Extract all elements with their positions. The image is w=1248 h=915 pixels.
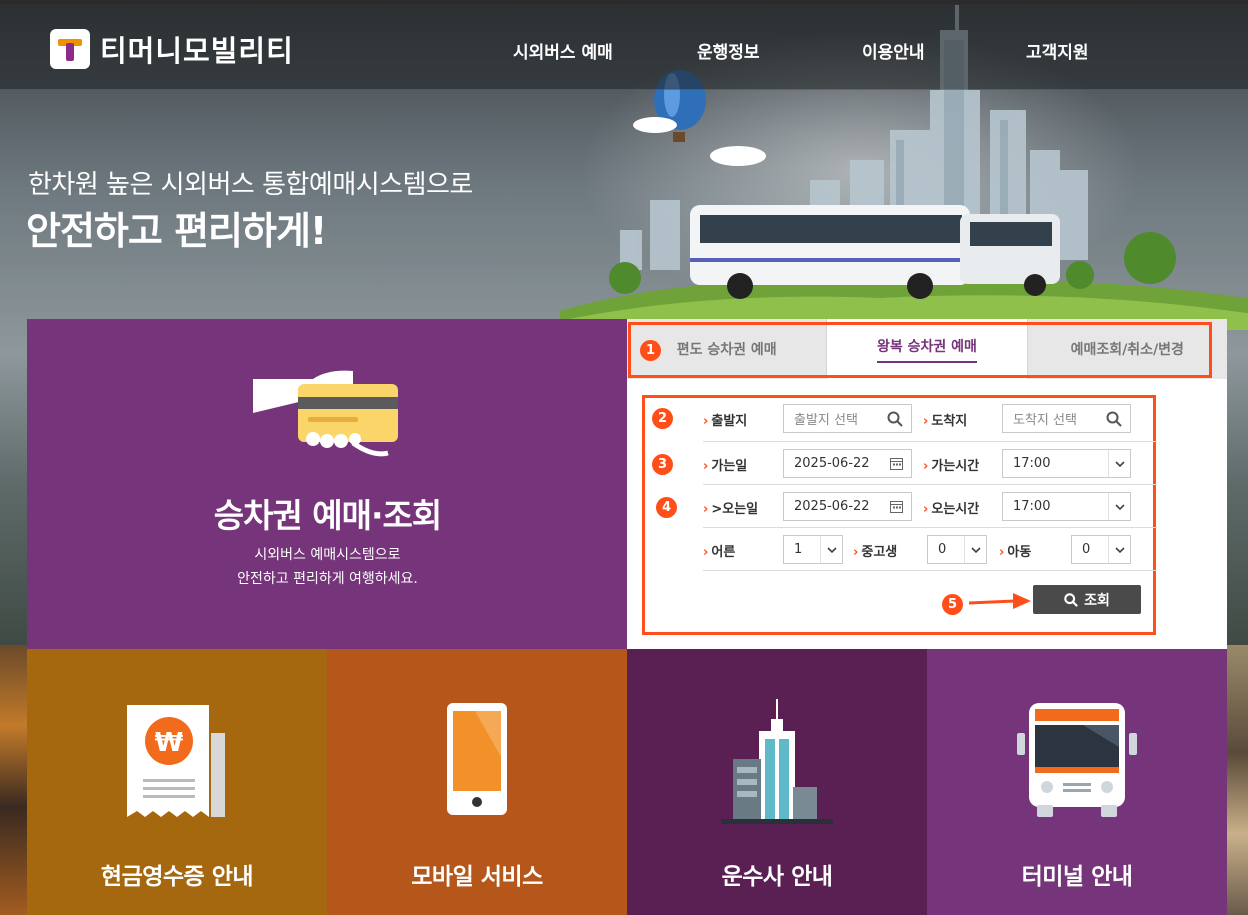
go-time-select[interactable]: 17:00 <box>1002 449 1131 478</box>
calendar-icon <box>890 501 903 513</box>
ticket-desc-line1: 시외버스 예매시스템으로 <box>254 547 401 563</box>
youth-label: › 중고생 <box>853 545 898 560</box>
tile-terminal-info-label: 터미널 안내 <box>1021 864 1133 890</box>
smartphone-icon <box>447 703 507 815</box>
chevron-down-icon <box>964 536 986 563</box>
calendar-icon <box>890 458 903 470</box>
ticket-desc-line2: 안전하고 편리하게 여행하세요. <box>237 571 418 587</box>
svg-text:₩: ₩ <box>155 728 184 758</box>
departure-label: › 출발지 <box>703 414 748 429</box>
nav-intercity-bus-booking[interactable]: 시외버스 예매 <box>513 38 613 63</box>
return-date-label: › >오는일 <box>703 502 759 517</box>
arrival-input[interactable]: 도착지 선택 <box>1002 404 1131 433</box>
nav-customer-support[interactable]: 고객지원 <box>1026 38 1089 63</box>
hero-subtitle: 한차원 높은 시외버스 통합예매시스템으로 <box>28 170 473 200</box>
nav-service-info[interactable]: 운행정보 <box>697 38 760 63</box>
return-time-label: › 오는시간 <box>923 502 980 517</box>
hero-title: 안전하고 편리하게! <box>26 209 327 253</box>
left-edge-image <box>0 645 27 915</box>
arrow-right-icon <box>969 593 1031 609</box>
tile-mobile-service[interactable]: 모바일 서비스 <box>327 649 627 915</box>
chevron-down-icon <box>820 536 842 563</box>
step-number-3: 3 <box>652 454 673 475</box>
search-icon <box>887 411 903 427</box>
step-number-1: 1 <box>640 340 661 361</box>
go-time-label: › 가는시간 <box>923 459 980 474</box>
row-divider <box>703 570 1157 571</box>
tmoney-logo-icon <box>50 29 90 69</box>
search-icon <box>1064 592 1078 607</box>
row-divider <box>703 527 1157 528</box>
hand-card-icon <box>253 370 398 457</box>
chevron-down-icon <box>1108 493 1130 520</box>
row-divider <box>703 484 1157 485</box>
tile-operator-info-label: 운수사 안내 <box>721 864 833 890</box>
arrival-label: › 도착지 <box>923 414 968 429</box>
tile-cash-receipt-label: 현금영수증 안내 <box>100 864 254 890</box>
receipt-won-icon: ₩ <box>127 705 225 817</box>
building-icon <box>721 699 833 824</box>
booking-form: 편도 승차권 예매 왕복 승차권 예매 예매조회/취소/변경 1 2 3 4 5… <box>627 319 1227 649</box>
ticket-panel-description: 시외버스 예매시스템으로 안전하고 편리하게 여행하세요. <box>27 543 628 591</box>
adult-count-select[interactable]: 1 <box>783 535 843 564</box>
step-number-4: 4 <box>656 497 677 518</box>
departure-input[interactable]: 출발지 선택 <box>783 404 912 433</box>
tile-terminal-info[interactable]: 터미널 안내 <box>927 649 1227 915</box>
chevron-down-icon <box>1108 450 1130 477</box>
ticket-panel-title: 승차권 예매·조회 <box>213 496 443 535</box>
return-date-input[interactable]: 2025-06-22 <box>783 492 912 521</box>
search-icon <box>1106 411 1122 427</box>
search-button[interactable]: 조회 <box>1033 585 1141 614</box>
go-date-label: › 가는일 <box>703 459 748 474</box>
bus-front-icon <box>1017 703 1137 817</box>
right-edge-image <box>1227 645 1248 915</box>
tile-cash-receipt[interactable]: ₩ 현금영수증 안내 <box>27 649 327 915</box>
annotation-box-tabs <box>628 322 1212 378</box>
nav-usage-guide[interactable]: 이용안내 <box>862 38 925 63</box>
step-number-5: 5 <box>942 594 963 615</box>
child-label: › 아동 <box>999 545 1032 560</box>
logo-text: 티머니모빌리티 <box>100 34 294 68</box>
go-date-input[interactable]: 2025-06-22 <box>783 449 912 478</box>
tile-mobile-service-label: 모바일 서비스 <box>411 864 543 890</box>
youth-count-select[interactable]: 0 <box>927 535 987 564</box>
step-number-2: 2 <box>652 408 673 429</box>
adult-label: › 어른 <box>703 545 736 560</box>
row-divider <box>703 441 1157 442</box>
return-time-select[interactable]: 17:00 <box>1002 492 1131 521</box>
child-count-select[interactable]: 0 <box>1071 535 1131 564</box>
site-header: 티머니모빌리티 시외버스 예매 운행정보 이용안내 고객지원 <box>0 0 1248 90</box>
chevron-down-icon <box>1108 536 1130 563</box>
logo[interactable]: 티머니모빌리티 <box>50 28 294 70</box>
ticket-panel: 승차권 예매·조회 시외버스 예매시스템으로 안전하고 편리하게 여행하세요. <box>27 319 640 649</box>
tile-operator-info[interactable]: 운수사 안내 <box>627 649 927 915</box>
